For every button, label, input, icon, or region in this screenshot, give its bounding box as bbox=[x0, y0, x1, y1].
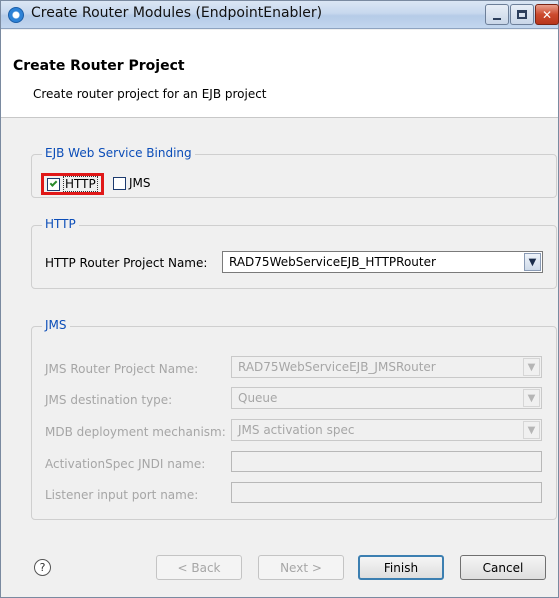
http-router-project-name-value: RAD75WebServiceEJB_HTTPRouter bbox=[229, 255, 436, 269]
close-icon: ✕ bbox=[541, 7, 553, 22]
help-icon[interactable]: ? bbox=[34, 559, 51, 576]
http-checkbox-box[interactable] bbox=[47, 177, 60, 191]
jms-destination-type-combo[interactable]: Queue ▼ bbox=[231, 387, 542, 409]
activation-spec-jndi-label: ActivationSpec JNDI name: bbox=[45, 457, 206, 471]
title-bar[interactable]: Create Router Modules (EndpointEnabler) … bbox=[1, 1, 559, 29]
window-title: Create Router Modules (EndpointEnabler) bbox=[31, 5, 323, 21]
mdb-deployment-mechanism-value: JMS activation spec bbox=[238, 423, 355, 437]
http-checkbox-label[interactable]: HTTP bbox=[63, 176, 98, 192]
header-banner: Create Router Project Create router proj… bbox=[1, 30, 558, 118]
jms-router-project-name-combo[interactable]: RAD75WebServiceEJB_JMSRouter ▼ bbox=[231, 356, 542, 378]
minimize-button[interactable] bbox=[485, 4, 509, 25]
mdb-deployment-mechanism-label: MDB deployment mechanism: bbox=[45, 425, 226, 439]
listener-input-port-label: Listener input port name: bbox=[45, 488, 199, 502]
cancel-button[interactable]: Cancel bbox=[460, 555, 546, 580]
chevron-down-icon[interactable]: ▼ bbox=[523, 389, 540, 407]
http-group-legend: HTTP bbox=[42, 217, 79, 231]
jms-checkbox-box[interactable] bbox=[113, 176, 126, 190]
listener-input-port-input[interactable] bbox=[231, 482, 542, 503]
dialog-window: Create Router Modules (EndpointEnabler) … bbox=[0, 0, 559, 598]
maximize-icon bbox=[517, 10, 527, 19]
page-title: Create Router Project bbox=[13, 58, 185, 74]
next-button[interactable]: Next > bbox=[258, 555, 344, 580]
back-button[interactable]: < Back bbox=[156, 555, 242, 580]
jms-checkbox[interactable]: JMS bbox=[113, 176, 151, 190]
page-description: Create router project for an EJB project bbox=[33, 87, 267, 101]
chevron-down-icon[interactable]: ▼ bbox=[523, 358, 540, 376]
finish-button[interactable]: Finish bbox=[358, 555, 444, 580]
jms-group-legend: JMS bbox=[42, 318, 70, 332]
http-router-project-name-combo[interactable]: RAD75WebServiceEJB_HTTPRouter ▼ bbox=[222, 251, 543, 273]
maximize-button[interactable] bbox=[510, 4, 534, 25]
mdb-deployment-mechanism-combo[interactable]: JMS activation spec ▼ bbox=[231, 419, 542, 441]
close-button[interactable]: ✕ bbox=[535, 4, 559, 25]
app-icon bbox=[8, 7, 24, 23]
minimize-icon bbox=[493, 17, 501, 20]
jms-router-project-name-value: RAD75WebServiceEJB_JMSRouter bbox=[238, 360, 436, 374]
jms-checkbox-label[interactable]: JMS bbox=[129, 176, 151, 190]
jms-router-project-name-label: JMS Router Project Name: bbox=[45, 362, 199, 376]
http-checkbox[interactable]: HTTP bbox=[41, 173, 104, 195]
jms-destination-type-label: JMS destination type: bbox=[45, 393, 173, 407]
chevron-down-icon[interactable]: ▼ bbox=[523, 421, 540, 439]
http-router-project-name-label: HTTP Router Project Name: bbox=[45, 256, 208, 270]
jms-destination-type-value: Queue bbox=[238, 391, 278, 405]
activation-spec-jndi-input[interactable] bbox=[231, 451, 542, 472]
binding-group: EJB Web Service Binding bbox=[31, 146, 557, 198]
binding-group-legend: EJB Web Service Binding bbox=[42, 146, 195, 160]
checkmark-icon bbox=[49, 178, 58, 187]
chevron-down-icon[interactable]: ▼ bbox=[524, 253, 541, 271]
